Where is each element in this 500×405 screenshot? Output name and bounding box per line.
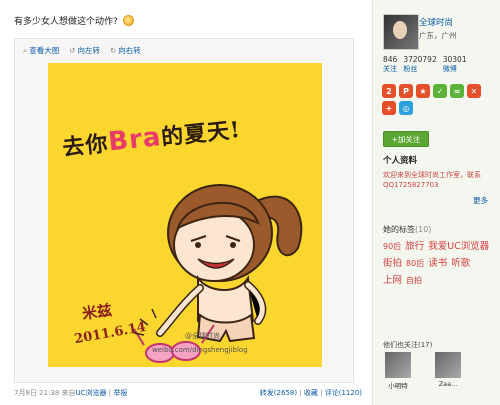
user-name[interactable]: 全球时尚 xyxy=(419,16,453,28)
post-source-link[interactable]: UC浏览器 xyxy=(76,389,107,397)
artist-signature: 米兹 xyxy=(80,300,114,323)
stat-1[interactable]: 3720792 粉丝 xyxy=(403,55,436,74)
friends-list: 小明特 Zaa... xyxy=(383,352,463,390)
main-feed: 有多少女人想做这个动作? ⌕ 查看大图 ↺ 向左转 ↻ 向右转 去你Bra的夏天! xyxy=(0,0,372,405)
tag-item[interactable]: 旅行 xyxy=(405,238,424,255)
friend-avatar xyxy=(385,352,411,378)
rotate-left-icon: ↺ xyxy=(69,46,76,55)
tag-cloud: 90后 旅行 我爱UC浏览器街拍 80后 读书 听歌上网 自拍 xyxy=(383,238,497,289)
badge-list: 2 P ★ ✓ ≈ ✕ + ◎ xyxy=(382,84,494,115)
post-text: 有多少女人想做这个动作? xyxy=(14,14,134,27)
favorite-link[interactable]: 收藏 xyxy=(304,389,318,397)
friend-avatar xyxy=(435,352,461,378)
repost-link[interactable]: 转发(2658) xyxy=(260,389,297,397)
more-link[interactable]: 更多 xyxy=(473,195,488,206)
tag-item[interactable]: 自拍 xyxy=(406,272,422,289)
follow-button[interactable]: +加关注 xyxy=(383,131,429,147)
rotate-right-button[interactable]: ↻ 向右转 xyxy=(110,45,141,56)
tag-item[interactable]: 90后 xyxy=(383,238,401,255)
stat-value: 846 xyxy=(383,55,398,64)
media-box: ⌕ 查看大图 ↺ 向左转 ↻ 向右转 去你Bra的夏天! 米兹 2011.6.1… xyxy=(14,38,354,383)
tag-item[interactable]: 上网 xyxy=(383,272,402,289)
image-watermark-url: weibo.com/dingshengjiblog xyxy=(152,346,248,354)
friend-item[interactable]: 小明特 xyxy=(383,352,413,390)
post-meta: 7月8日 21:38 来自UC浏览器 | 举报 xyxy=(14,389,128,397)
report-link[interactable]: 举报 xyxy=(113,389,127,397)
stat-label: 关注 xyxy=(383,65,397,73)
stat-2[interactable]: 30301 微博 xyxy=(443,55,467,74)
post-actions: 转发(2658) | 收藏 | 评论(1120) xyxy=(259,389,362,397)
user-stats: 846 关注 3720792 粉丝 30301 微博 xyxy=(383,55,495,74)
stat-value: 30301 xyxy=(442,55,467,64)
tag-item[interactable]: 我爱UC浏览器 xyxy=(428,238,489,255)
badge-icon-0[interactable]: 2 xyxy=(382,84,396,98)
avatar[interactable] xyxy=(383,14,419,50)
badge-icon-4[interactable]: ≈ xyxy=(450,84,464,98)
image-toolbar: ⌕ 查看大图 ↺ 向左转 ↻ 向右转 xyxy=(23,45,141,56)
thinking-emoji-icon xyxy=(122,15,134,26)
post-text-content: 有多少女人想做这个动作? xyxy=(14,17,118,27)
stat-0[interactable]: 846 关注 xyxy=(383,55,397,74)
stat-value: 3720792 xyxy=(403,55,437,64)
view-large-button[interactable]: ⌕ 查看大图 xyxy=(23,45,59,56)
comment-link[interactable]: 评论(1120) xyxy=(325,389,362,397)
stat-label: 粉丝 xyxy=(403,65,418,73)
badge-icon-2[interactable]: ★ xyxy=(416,84,430,98)
profile-sidebar: 全球时尚 广东，广州 846 关注 3720792 粉丝 30301 微博 2 P ★ ✓ ≈ ✕ +… xyxy=(372,0,500,405)
post-time[interactable]: 7月8日 21:38 xyxy=(14,389,59,397)
stat-label: 微博 xyxy=(442,65,457,73)
profile-section-title: 个人资料 xyxy=(383,156,418,166)
friend-name: 小明特 xyxy=(388,382,408,390)
avatar-face-icon xyxy=(393,21,407,39)
friends-title: 他们也关注(17) xyxy=(383,341,433,349)
badge-icon-7[interactable]: ◎ xyxy=(399,101,413,115)
tag-item[interactable]: 读书 xyxy=(428,255,447,272)
badge-icon-6[interactable]: + xyxy=(382,101,396,115)
user-location: 广东，广州 xyxy=(419,31,457,40)
magnify-icon: ⌕ xyxy=(23,46,28,55)
tag-item[interactable]: 80后 xyxy=(406,255,424,272)
post-from-label: 来自 xyxy=(61,389,76,397)
friend-item[interactable]: Zaa... xyxy=(433,352,463,390)
badge-icon-5[interactable]: ✕ xyxy=(467,84,481,98)
tags-title: 她的标签(10) xyxy=(383,225,432,234)
post-image[interactable]: 去你Bra的夏天! 米兹 2011.6.14 @全球时尚 weibo.com/d… xyxy=(48,63,322,367)
tag-item[interactable]: 街拍 xyxy=(383,255,402,272)
badge-icon-1[interactable]: P xyxy=(399,84,413,98)
rotate-left-button[interactable]: ↺ 向左转 xyxy=(69,45,100,56)
friend-name: Zaa... xyxy=(438,380,458,388)
profile-description: 欢迎来到全球时尚工作室，联系QQ1725827703 xyxy=(383,171,481,189)
image-watermark-name: @全球时尚 xyxy=(185,332,220,340)
tag-item[interactable]: 听歌 xyxy=(451,255,470,272)
badge-icon-3[interactable]: ✓ xyxy=(433,84,447,98)
rotate-right-icon: ↻ xyxy=(110,46,117,55)
